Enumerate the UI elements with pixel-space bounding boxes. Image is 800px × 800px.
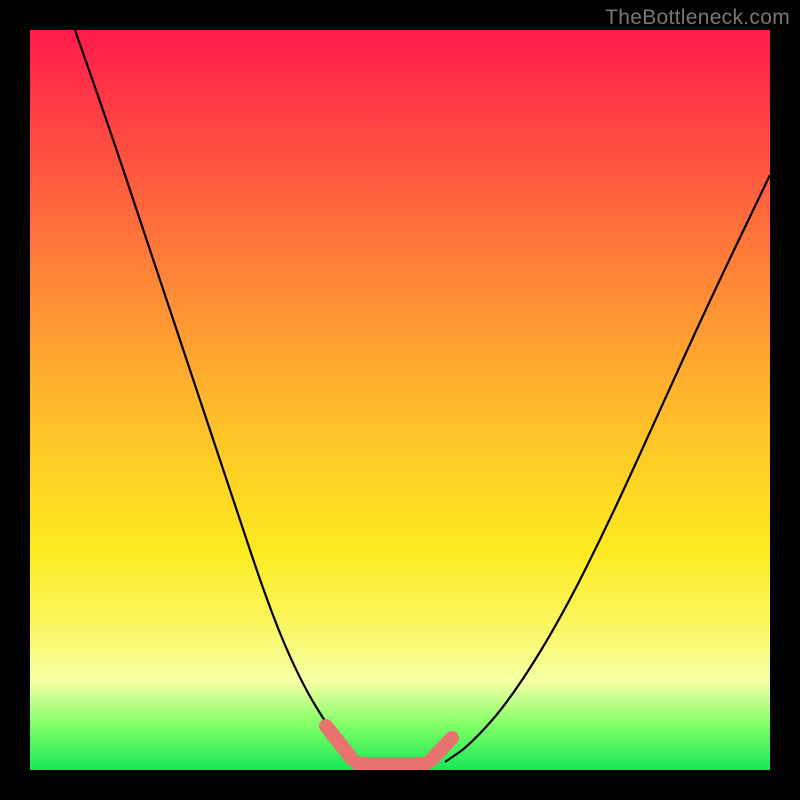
curve-left-curve — [75, 30, 365, 762]
bottom-segment — [430, 738, 452, 761]
chart-svg — [30, 30, 770, 770]
curve-right-curve — [445, 175, 770, 762]
watermark-label: TheBottleneck.com — [605, 6, 790, 30]
plot-area — [30, 30, 770, 770]
chart-frame: TheBottleneck.com — [0, 0, 800, 800]
bottom-segment — [326, 726, 352, 759]
